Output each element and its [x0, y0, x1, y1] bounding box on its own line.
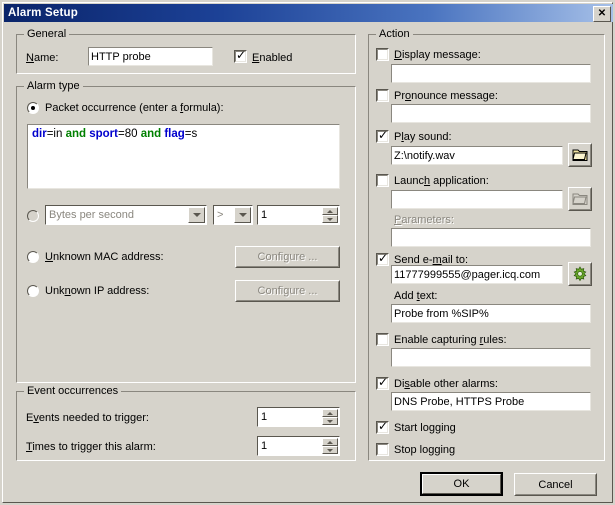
radio-unknown-ip[interactable] — [27, 285, 39, 297]
name-input-value: HTTP probe — [91, 50, 151, 63]
radio-unknown-mac[interactable] — [27, 251, 39, 263]
start-logging-checkbox[interactable]: ✓ — [376, 419, 389, 434]
stop-logging-checkbox[interactable] — [376, 443, 389, 456]
configure-ip-button[interactable]: Configure ... — [235, 280, 340, 302]
events-needed-stepper[interactable]: 1 — [257, 407, 340, 427]
enable-capturing-rules-checkbox[interactable] — [376, 333, 389, 346]
stop-logging-label: Stop logging — [394, 444, 456, 456]
times-trigger-label: Times to trigger this alarm: — [26, 441, 156, 453]
disable-other-alarms-label: Disable other alarms: — [394, 378, 498, 390]
stepper-down-icon[interactable] — [322, 215, 338, 223]
check-icon: ✓ — [378, 128, 389, 142]
comparison-select-value: > — [217, 209, 224, 221]
times-trigger-stepper[interactable]: 1 — [257, 436, 340, 456]
unknown-ip-label: Unknown IP address: — [45, 285, 150, 297]
send-email-value: 11777999555@pager.icq.com — [394, 268, 541, 281]
parameters-label: Parameters: — [394, 214, 454, 226]
folder-icon — [572, 149, 588, 161]
stepper-buttons[interactable] — [322, 207, 338, 223]
configure-mac-button[interactable]: Configure ... — [235, 246, 340, 268]
action-legend: Action — [376, 28, 413, 40]
parameters-input[interactable] — [391, 228, 591, 247]
title-bar: Alarm Setup ✕ — [4, 4, 613, 22]
add-text-value: Probe from %SIP% — [394, 307, 489, 320]
launch-application-input[interactable] — [391, 190, 563, 209]
play-sound-label: Play sound: — [394, 131, 452, 143]
disable-other-alarms-checkbox[interactable]: ✓ — [376, 375, 389, 390]
events-needed-label: Events needed to trigger: — [26, 412, 149, 424]
formula-editor[interactable]: dir=in and sport=80 and flag=s — [27, 124, 340, 189]
radio-dot — [31, 106, 35, 110]
chevron-down-icon[interactable] — [234, 207, 251, 223]
send-email-input[interactable]: 11777999555@pager.icq.com — [391, 265, 563, 284]
add-text-input[interactable]: Probe from %SIP% — [391, 304, 591, 323]
pronounce-message-input[interactable] — [391, 104, 591, 123]
check-icon: ✓ — [378, 419, 389, 433]
general-legend: General — [24, 28, 70, 40]
folder-icon — [572, 193, 588, 205]
threshold-amount-value: 1 — [261, 209, 268, 221]
radio-threshold[interactable] — [27, 210, 39, 222]
configure-ip-label: Configure ... — [257, 285, 318, 297]
cancel-button[interactable]: Cancel — [514, 473, 597, 496]
chevron-down-icon[interactable] — [188, 207, 205, 223]
play-sound-input[interactable]: Z:\notify.wav — [391, 146, 563, 165]
email-settings-button[interactable] — [568, 262, 592, 286]
display-message-label: Display message: — [394, 49, 481, 61]
metric-select[interactable]: Bytes per second — [45, 205, 207, 225]
stepper-up-icon[interactable] — [322, 207, 338, 215]
send-email-checkbox[interactable]: ✓ — [376, 251, 389, 266]
close-icon: ✕ — [597, 8, 607, 19]
stepper-up-icon[interactable] — [322, 438, 338, 446]
stepper-buttons[interactable] — [322, 409, 338, 425]
formula-text: dir=in and sport=80 and flag=s — [32, 128, 198, 140]
disable-other-alarms-input[interactable]: DNS Probe, HTTPS Probe — [391, 392, 591, 411]
alarm-type-legend: Alarm type — [24, 80, 83, 92]
play-sound-checkbox[interactable]: ✓ — [376, 128, 389, 143]
display-message-input[interactable] — [391, 64, 591, 83]
launch-application-checkbox[interactable] — [376, 174, 389, 187]
start-logging-label: Start logging — [394, 422, 456, 434]
add-text-label: Add text: — [394, 290, 438, 302]
cancel-label: Cancel — [538, 478, 573, 491]
browse-application-button[interactable] — [568, 187, 592, 211]
threshold-amount-stepper[interactable]: 1 — [257, 205, 340, 225]
close-button[interactable]: ✕ — [593, 6, 611, 22]
stepper-buttons[interactable] — [322, 438, 338, 454]
check-icon: ✓ — [236, 48, 247, 62]
unknown-mac-label: Unknown MAC address: — [45, 251, 164, 263]
packet-occurrence-label: Packet occurrence (enter a formula): — [45, 102, 224, 114]
metric-select-value: Bytes per second — [49, 209, 134, 221]
enable-capturing-rules-input[interactable] — [391, 348, 591, 367]
ok-button[interactable]: OK — [420, 472, 503, 496]
pronounce-message-checkbox[interactable] — [376, 89, 389, 102]
event-occurrences-legend: Event occurrences — [24, 385, 122, 397]
pronounce-message-label: Pronounce message: — [394, 90, 498, 102]
events-needed-value: 1 — [261, 411, 268, 423]
radio-packet-occurrence[interactable] — [27, 102, 39, 114]
check-icon: ✓ — [378, 375, 389, 389]
launch-application-label: Launch application: — [394, 175, 489, 187]
check-icon: ✓ — [378, 251, 389, 265]
configure-mac-label: Configure ... — [257, 251, 318, 263]
name-input[interactable]: HTTP probe — [88, 47, 213, 66]
enable-capturing-rules-label: Enable capturing rules: — [394, 334, 507, 346]
name-label: Name: — [26, 52, 59, 64]
times-trigger-value: 1 — [261, 440, 268, 452]
disable-other-alarms-value: DNS Probe, HTTPS Probe — [394, 395, 525, 408]
display-message-checkbox[interactable] — [376, 48, 389, 61]
ok-label: OK — [453, 478, 470, 490]
gear-icon — [573, 266, 587, 282]
play-sound-value: Z:\notify.wav — [394, 149, 455, 162]
window-title: Alarm Setup — [8, 7, 78, 19]
alarm-setup-dialog: Alarm Setup ✕ General Name: HTTP probe ✓… — [0, 0, 615, 505]
browse-sound-button[interactable] — [568, 143, 592, 167]
enabled-checkbox[interactable]: ✓ — [234, 48, 247, 63]
stepper-down-icon[interactable] — [322, 417, 338, 425]
stepper-down-icon[interactable] — [322, 446, 338, 454]
enabled-label: Enabled — [252, 52, 293, 64]
comparison-select[interactable]: > — [213, 205, 253, 225]
stepper-up-icon[interactable] — [322, 409, 338, 417]
